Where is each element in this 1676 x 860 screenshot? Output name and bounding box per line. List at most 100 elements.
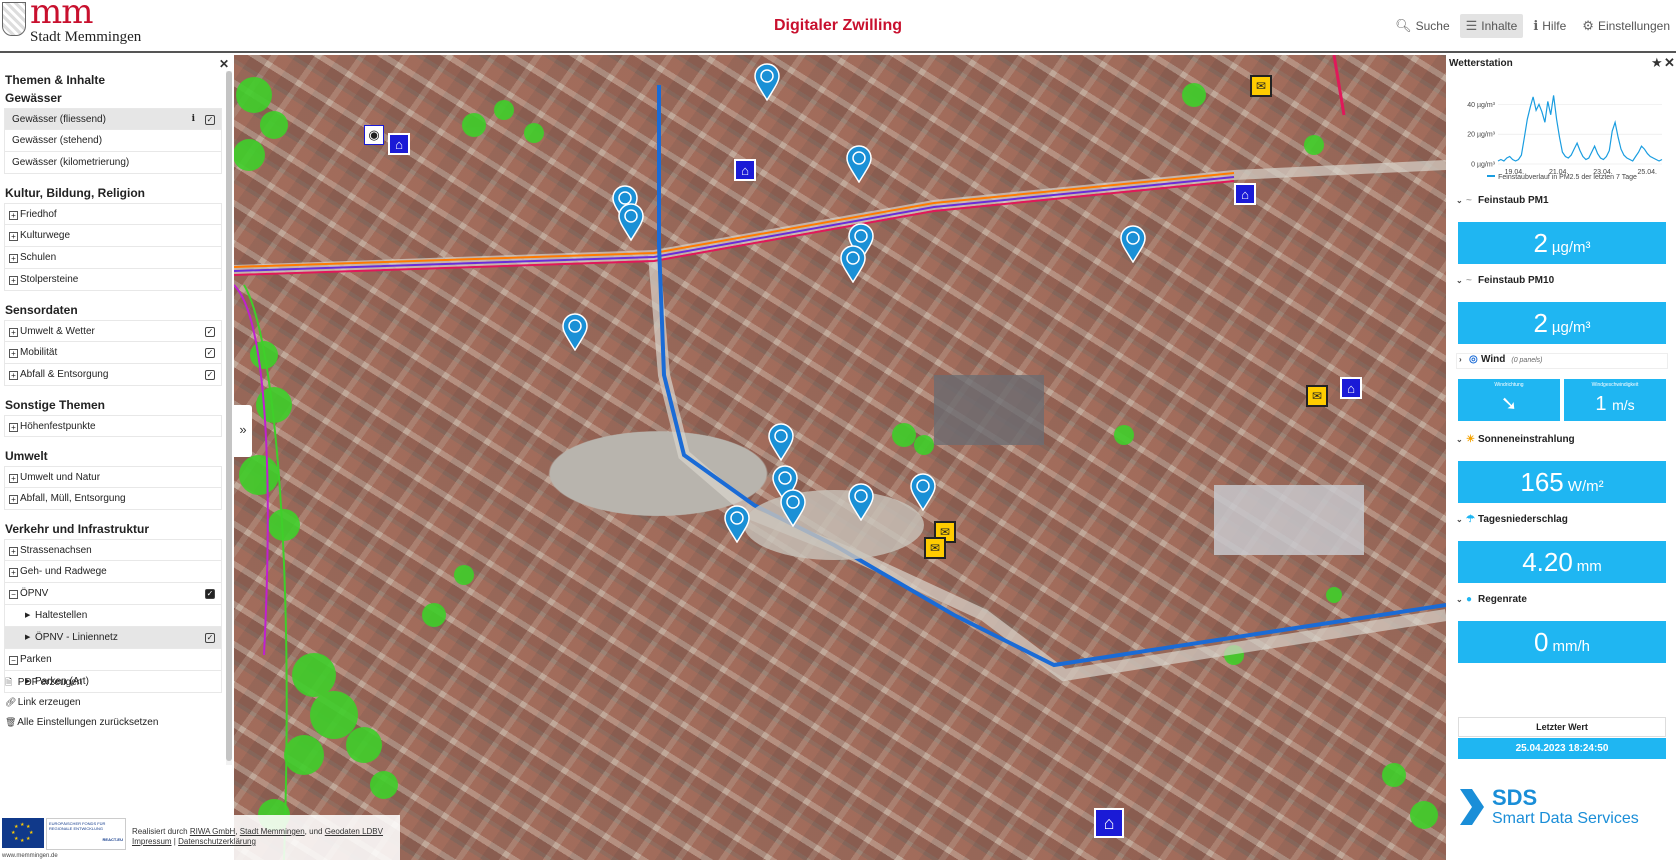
expand-icon[interactable]: + <box>9 568 18 577</box>
section-rate[interactable]: ⌄ ● Regenrate <box>1456 594 1668 612</box>
sun-value-tile: 165 W/m² <box>1458 461 1666 503</box>
chevron-down-icon[interactable]: ⌄ <box>1456 196 1466 205</box>
layer-item[interactable]: Gewässer (stehend) <box>4 130 222 152</box>
create-link-button[interactable]: 🔗︎ Link erzeugen <box>0 692 226 712</box>
layer-folder[interactable]: + Mobilität ✓ <box>4 342 222 364</box>
contents-button[interactable]: ☰ Inhalte <box>1459 14 1524 38</box>
section-pm1[interactable]: ⌄ ~ Feinstaub PM1 <box>1456 195 1668 213</box>
checkbox[interactable]: ✓ <box>205 589 215 599</box>
sensor-marker-icon[interactable] <box>910 473 936 511</box>
home-marker-icon[interactable]: ⌂ <box>734 159 756 181</box>
sensor-marker-icon[interactable] <box>768 423 794 461</box>
post-marker-icon[interactable]: ✉ <box>1250 75 1272 97</box>
home-marker-icon[interactable]: ⌂ <box>388 133 410 155</box>
sensor-marker-icon[interactable] <box>846 145 872 183</box>
layer-folder[interactable]: + Strassenachsen <box>4 539 222 561</box>
expand-icon[interactable]: + <box>9 328 18 337</box>
chevron-down-icon[interactable]: ⌄ <box>1456 595 1466 604</box>
layer-tree[interactable]: Themen & Inhalte Gewässer Gewässer (flie… <box>0 69 226 767</box>
settings-button[interactable]: ⚙ Einstellungen <box>1576 14 1676 38</box>
checkbox[interactable]: ✓ <box>205 633 215 643</box>
layer-folder[interactable]: + Stolpersteine <box>4 269 222 291</box>
sds-logo[interactable]: SDS Smart Data Services <box>1460 783 1670 833</box>
layer-folder[interactable]: + Höhenfestpunkte <box>4 415 222 437</box>
collapse-icon[interactable]: − <box>9 656 18 665</box>
folder-label: Geh- und Radwege <box>20 566 107 577</box>
chevron-down-icon[interactable]: ⌄ <box>1456 276 1466 285</box>
layer-folder[interactable]: + Abfall, Müll, Entsorgung <box>4 488 222 510</box>
layer-folder[interactable]: + Geh- und Radwege <box>4 561 222 583</box>
layer-subitem[interactable]: ▶ ÖPNV - Liniennetz ✓ <box>4 627 222 649</box>
chevron-right-icon[interactable]: › <box>1459 355 1469 364</box>
caret-right-icon[interactable]: ▶ <box>25 605 30 626</box>
partner-link[interactable]: Stadt Memmingen <box>240 827 305 836</box>
sensor-marker-icon[interactable] <box>754 63 780 101</box>
3d-city-map[interactable]: ⌂ ◉ ⌂ ⌂ ⌂ ⌂ ✉ ✉ ✉ ✉ <box>234 55 1446 860</box>
search-button[interactable]: 🔍︎ Suche <box>1389 14 1456 38</box>
expand-icon[interactable]: + <box>9 276 18 285</box>
home-marker-icon[interactable]: ⌂ <box>1094 808 1124 838</box>
sensor-marker-icon[interactable] <box>780 489 806 527</box>
expand-icon[interactable]: + <box>9 495 18 504</box>
expand-icon[interactable]: + <box>9 371 18 380</box>
layer-folder[interactable]: − ÖPNV ✓ <box>4 583 222 605</box>
expand-icon[interactable]: + <box>9 474 18 483</box>
panel-title: Themen & Inhalte <box>5 73 106 87</box>
partner-link[interactable]: Geodaten LDBV <box>325 827 383 836</box>
caret-right-icon[interactable]: ▶ <box>25 627 30 648</box>
section-pm10[interactable]: ⌄ ~ Feinstaub PM10 <box>1456 275 1668 293</box>
layer-folder[interactable]: + Abfall & Entsorgung ✓ <box>4 364 222 386</box>
partner-link[interactable]: RIWA GmbH <box>190 827 235 836</box>
layer-folder[interactable]: + Umwelt und Natur <box>4 466 222 488</box>
layer-item[interactable]: Gewässer (kilometrierung) <box>4 152 222 174</box>
checkbox[interactable]: ✓ <box>205 327 215 337</box>
pm1-value-tile: 2 µg/m³ <box>1458 222 1666 264</box>
expand-icon[interactable]: + <box>9 349 18 358</box>
scrollbar[interactable] <box>226 71 232 765</box>
folder-label: Friedhof <box>20 209 57 220</box>
section-wind[interactable]: › ◎ Wind (0 panels) <box>1456 353 1668 369</box>
sensor-marker-icon[interactable] <box>840 245 866 283</box>
chevron-down-icon[interactable]: ⌄ <box>1456 435 1466 444</box>
home-marker-icon[interactable]: ⌂ <box>1340 377 1362 399</box>
layer-folder[interactable]: + Umwelt & Wetter ✓ <box>4 320 222 342</box>
poi-marker-icon[interactable]: ◉ <box>364 125 384 145</box>
info-icon[interactable]: i <box>192 109 195 130</box>
chevron-down-icon[interactable]: ⌄ <box>1456 515 1466 524</box>
scrollbar-thumb[interactable] <box>226 71 232 761</box>
section-sun[interactable]: ⌄ ☀ Sonneneinstrahlung <box>1456 434 1668 452</box>
layer-folder[interactable]: + Kulturwege <box>4 225 222 247</box>
reset-settings-button[interactable]: 🗑︎ Alle Einstellungen zurücksetzen <box>0 712 226 732</box>
post-marker-icon[interactable]: ✉ <box>924 537 946 559</box>
pdf-export-button[interactable]: 🗎︎ PDF erzeugen <box>0 672 226 692</box>
city-logo[interactable]: mm Stadt Memmingen <box>0 0 160 50</box>
sensor-marker-icon[interactable] <box>618 203 644 241</box>
expand-icon[interactable]: + <box>9 232 18 241</box>
checkbox[interactable]: ✓ <box>205 370 215 380</box>
sensor-marker-icon[interactable] <box>848 483 874 521</box>
checkbox[interactable]: ✓ <box>205 115 215 125</box>
post-marker-icon[interactable]: ✉ <box>1306 385 1328 407</box>
layer-item[interactable]: Gewässer (fliessend) i ✓ <box>4 108 222 130</box>
expand-icon[interactable]: + <box>9 254 18 263</box>
sensor-marker-icon[interactable] <box>1120 225 1146 263</box>
checkbox[interactable]: ✓ <box>205 348 215 358</box>
panel-actions: 🗎︎ PDF erzeugen 🔗︎ Link erzeugen 🗑︎ Alle… <box>0 672 226 732</box>
wind-direction-arrow-icon: ➘ <box>1500 393 1518 415</box>
help-button[interactable]: i Hilfe <box>1527 14 1572 38</box>
expand-icon[interactable]: + <box>9 423 18 432</box>
privacy-link[interactable]: Datenschutzerklärung <box>178 837 256 846</box>
layer-folder[interactable]: + Schulen <box>4 247 222 269</box>
layer-folder[interactable]: − Parken <box>4 649 222 671</box>
sensor-marker-icon[interactable] <box>562 313 588 351</box>
layer-subitem[interactable]: ▶ Haltestellen <box>4 605 222 627</box>
impressum-link[interactable]: Impressum <box>132 837 172 846</box>
expand-icon[interactable]: + <box>9 211 18 220</box>
section-rain[interactable]: ⌄ ☂ Tagesniederschlag <box>1456 514 1668 532</box>
sensor-marker-icon[interactable] <box>724 505 750 543</box>
layer-folder[interactable]: + Friedhof <box>4 203 222 225</box>
expand-icon[interactable]: + <box>9 547 18 556</box>
collapse-panel-button[interactable]: » <box>234 405 252 457</box>
home-marker-icon[interactable]: ⌂ <box>1234 183 1256 205</box>
collapse-icon[interactable]: − <box>9 590 18 599</box>
